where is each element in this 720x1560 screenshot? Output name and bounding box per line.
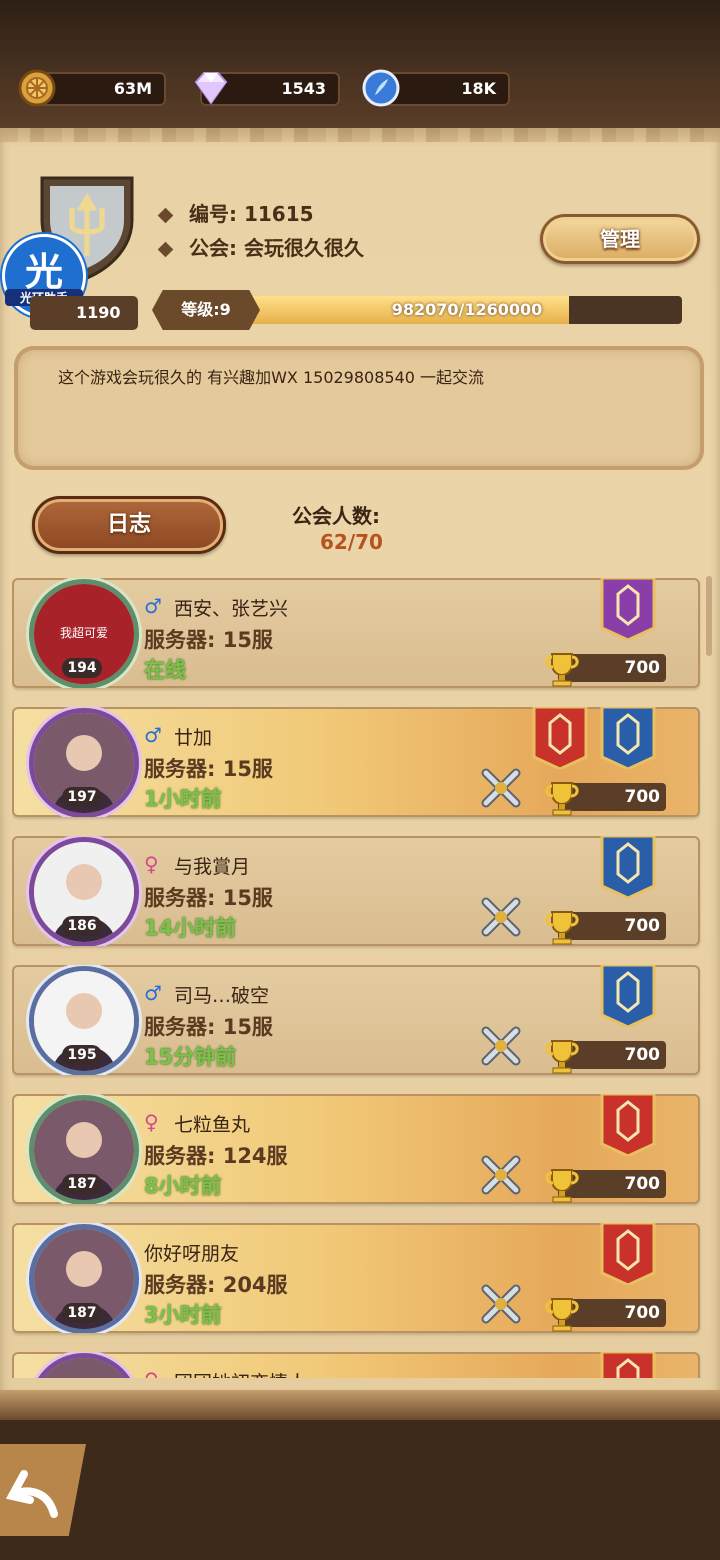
blue-banner-icon [600, 965, 656, 1027]
member-server: 服务器: 204服 [144, 1273, 288, 1297]
diamond-resource[interactable]: 1543 [194, 72, 340, 106]
member-row[interactable]: 195 ♂ 司马…破空 服务器: 15服 15分钟前 700 [12, 965, 700, 1075]
member-avatar[interactable] [34, 1358, 134, 1378]
bottom-bar [0, 1420, 720, 1560]
member-name: 廿加 [174, 727, 213, 749]
crossed-swords-icon [481, 897, 521, 937]
member-level: 195 [62, 1045, 102, 1065]
blue-crystal-icon [362, 69, 400, 107]
member-name: 你好呀朋友 [144, 1243, 240, 1265]
male-icon: ♂ [144, 981, 162, 1005]
exp-value: 982070/1260000 [391, 300, 543, 319]
top-resource-bar [0, 0, 720, 130]
gold-resource[interactable]: 63M [18, 69, 166, 107]
torn-edge-bottom [0, 1390, 720, 1420]
member-last-online: 1小时前 [144, 787, 222, 811]
guild-name-text: 公会: 会玩很久很久 [189, 236, 364, 260]
diamond-value: 1543 [281, 79, 326, 98]
guild-trophy-value: 1190 [76, 303, 121, 322]
crossed-swords-icon [481, 1026, 521, 1066]
member-row[interactable]: 186 ♀ 与我賞月 服务器: 15服 14小时前 700 [12, 836, 700, 946]
member-server: 服务器: 15服 [144, 757, 273, 781]
gold-value: 63M [113, 79, 152, 98]
guild-notice-box[interactable]: 这个游戏会玩很久的 有兴趣加WX 15029808540 一起交流 [14, 346, 704, 470]
guild-level-bar: 等级:9 982070/1260000 [152, 290, 696, 330]
scrollbar[interactable] [706, 576, 712, 656]
member-name: 与我賞月 [174, 856, 251, 878]
member-last-online: 15分钟前 [144, 1045, 237, 1069]
trophy-icon [545, 1040, 579, 1074]
member-last-online: 14小时前 [144, 916, 237, 940]
male-icon: ♂ [144, 594, 162, 618]
manage-button[interactable]: 管理 [540, 214, 700, 264]
member-row[interactable]: 197 ♂ 廿加 服务器: 15服 1小时前 700 [12, 707, 700, 817]
female-icon: ♀ [144, 1110, 159, 1134]
crossed-swords-icon [481, 768, 521, 808]
member-count-label: 公会人数: [292, 504, 380, 528]
member-row[interactable]: 我超可爱 194 ♂ 西安、张艺兴 服务器: 15服 在线 700 [12, 578, 700, 688]
crossed-swords-icon [481, 1155, 521, 1195]
member-server: 服务器: 124服 [144, 1144, 288, 1168]
member-name: 司马…破空 [174, 985, 270, 1007]
member-last-online: 8小时前 [144, 1174, 222, 1198]
member-list[interactable]: 我超可爱 194 ♂ 西安、张艺兴 服务器: 15服 在线 700 197 ♂ 廿加 服务器: 15… [12, 578, 702, 1378]
member-level: 197 [62, 787, 102, 807]
diamond-bullet-icon [157, 207, 174, 224]
member-last-online: 3小时前 [144, 1303, 222, 1327]
member-name: 七粒鱼丸 [174, 1114, 251, 1136]
guild-id-text: 编号: 11615 [189, 202, 314, 226]
diamond-bullet-icon [157, 241, 174, 258]
log-button[interactable]: 日志 [32, 496, 226, 554]
avatar-portrait-icon [34, 1358, 134, 1378]
crystal-resource[interactable]: 18K [362, 69, 510, 107]
member-level: 186 [62, 916, 102, 936]
member-level: 194 [62, 658, 102, 678]
member-server: 服务器: 15服 [144, 886, 273, 910]
red-banner-icon [600, 1094, 656, 1156]
torn-edge-top [0, 128, 720, 142]
guild-name: 公会: 会玩很久很久 [157, 232, 364, 261]
diamond-icon [194, 72, 228, 105]
trophy-icon [545, 1169, 579, 1203]
female-icon: ♀ [144, 852, 159, 876]
member-name: 团团她初恋情人 [174, 1368, 307, 1378]
red-banner-icon [600, 1223, 656, 1285]
purple-banner-icon [600, 578, 656, 640]
gold-coin-icon [18, 69, 56, 107]
blue-banner-icon [600, 836, 656, 898]
red-banner-icon [600, 1352, 656, 1378]
male-icon: ♂ [144, 723, 162, 747]
trophy-icon [545, 1298, 579, 1332]
member-server: 服务器: 15服 [144, 628, 273, 652]
guild-trophy-box: 1190 [30, 296, 138, 330]
blue-banner-icon [600, 707, 656, 769]
member-server: 服务器: 15服 [144, 1015, 273, 1039]
female-icon: ♀ [144, 1368, 159, 1378]
trophy-icon [545, 911, 579, 945]
member-level: 187 [62, 1174, 102, 1194]
guild-notice-text: 这个游戏会玩很久的 有兴趣加WX 15029808540 一起交流 [58, 368, 485, 387]
trophy-icon [545, 782, 579, 816]
member-last-online: 在线 [144, 658, 186, 682]
member-count-value: 62/70 [320, 530, 383, 554]
member-row[interactable]: 187 ♀ 七粒鱼丸 服务器: 124服 8小时前 700 [12, 1094, 700, 1204]
crossed-swords-icon [481, 1284, 521, 1324]
member-level: 187 [62, 1303, 102, 1323]
red-banner-icon [532, 707, 588, 769]
watermark-glyph: 光 [24, 250, 63, 294]
guild-id: 编号: 11615 [157, 198, 314, 227]
crystal-value: 18K [461, 79, 496, 98]
level-tag: 等级:9 [152, 290, 260, 330]
member-row[interactable]: 187 你好呀朋友 服务器: 204服 3小时前 700 [12, 1223, 700, 1333]
member-row[interactable]: ♀ 团团她初恋情人 [12, 1352, 700, 1378]
avatar-caption: 我超可爱 [59, 626, 108, 640]
trophy-icon [545, 653, 579, 687]
member-name: 西安、张艺兴 [174, 598, 289, 620]
